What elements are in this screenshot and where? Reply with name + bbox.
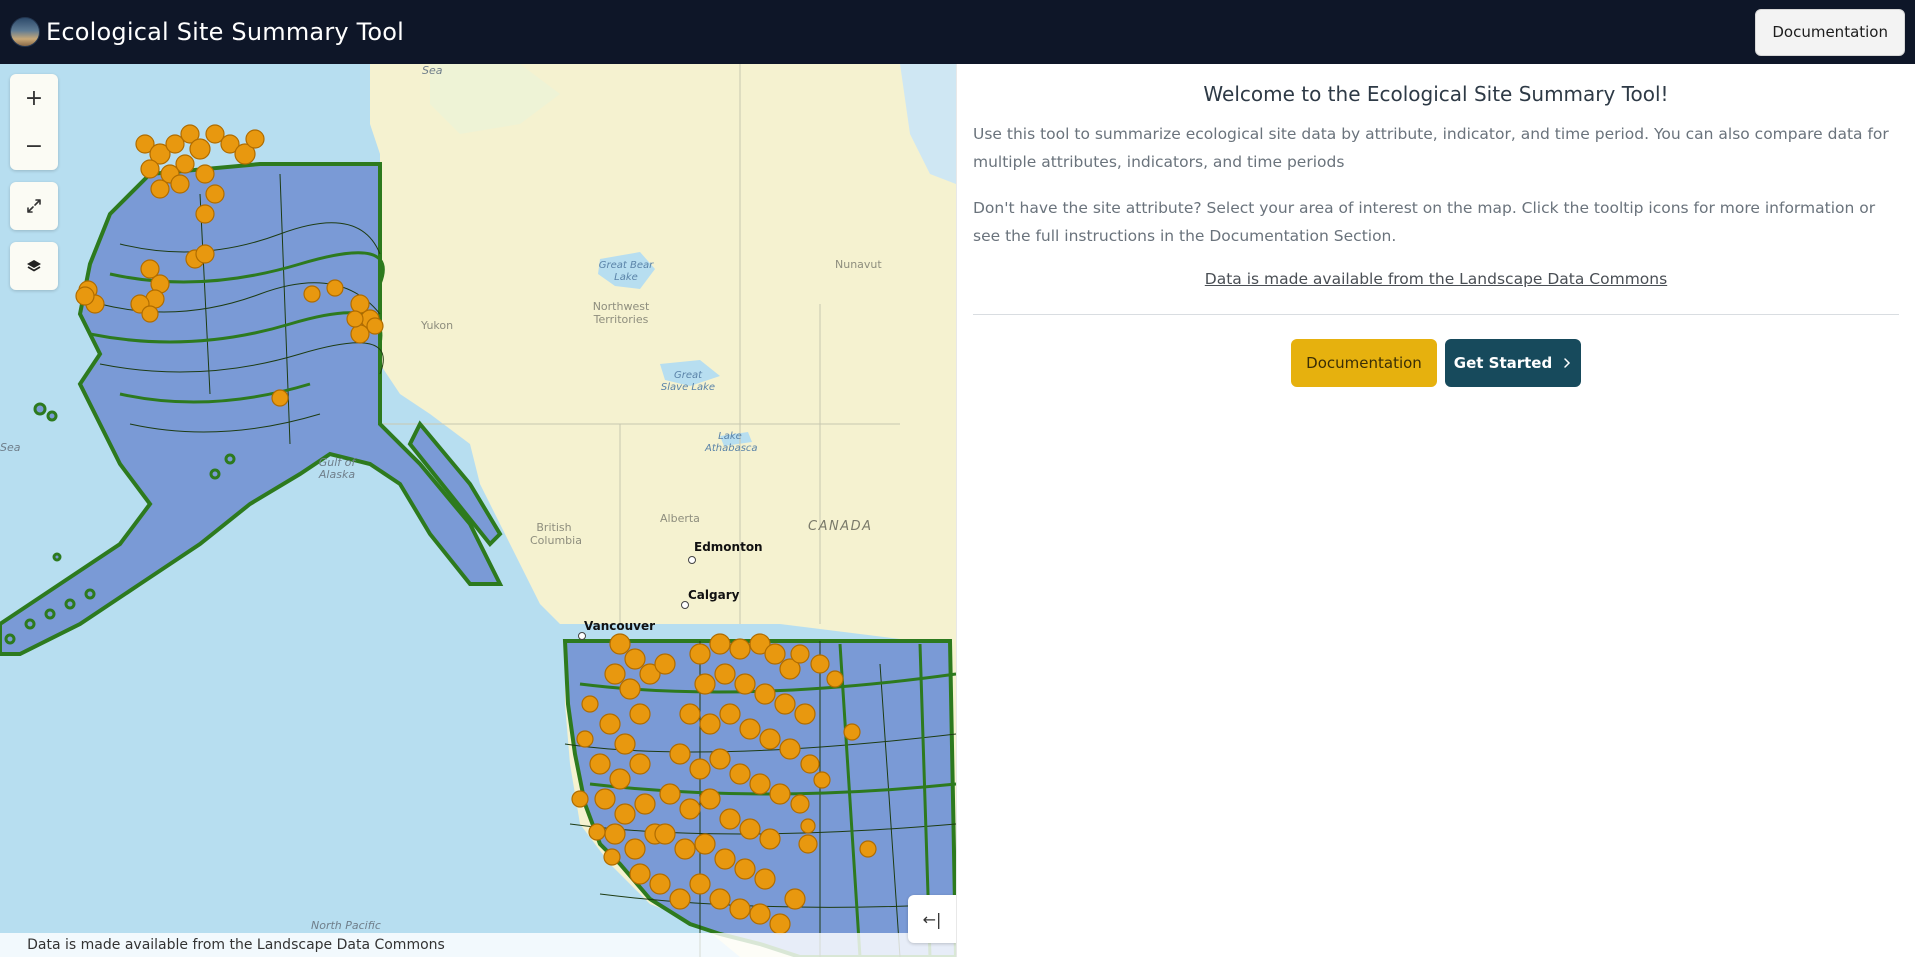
header-documentation-button[interactable]: Documentation: [1755, 8, 1905, 56]
city-label-edmonton: Edmonton: [694, 540, 763, 554]
welcome-panel: Welcome to the Ecological Site Summary T…: [956, 64, 1915, 957]
intro-text: Use this tool to summarize ecological si…: [973, 125, 1889, 171]
expand-icon: [27, 199, 41, 213]
app-title: Ecological Site Summary Tool: [46, 18, 405, 46]
basemap: [0, 64, 956, 957]
landscape-data-commons-link[interactable]: Data is made available from the Landscap…: [973, 270, 1899, 288]
brand[interactable]: Ecological Site Summary Tool: [10, 17, 404, 47]
city-label-vancouver: Vancouver: [584, 619, 656, 633]
map-label-canada: CANADA: [808, 519, 873, 534]
map-label-sea-left: Sea: [0, 441, 21, 454]
welcome-heading: Welcome to the Ecological Site Summary T…: [1203, 82, 1669, 106]
zoom-in-button[interactable]: +: [10, 74, 58, 122]
map-label-sea-top: Sea: [422, 64, 443, 77]
map-view[interactable]: Sea Sea Gulf of Alaska Yukon Northwest T…: [0, 64, 956, 957]
map-label-alberta: Alberta: [660, 512, 700, 525]
layers-control: [10, 242, 58, 290]
map-attribution-text: Data is made available from the Landscap…: [27, 937, 445, 953]
action-buttons: Documentation Get Started: [973, 339, 1899, 387]
layers-icon: [27, 260, 41, 272]
map-attribution: Data is made available from the Landscap…: [0, 933, 956, 957]
map-label-north-pacific: North Pacific: [311, 919, 381, 932]
map-label-nwt: Northwest Territories: [592, 300, 650, 326]
top-navbar: Ecological Site Summary Tool Documentati…: [0, 0, 1915, 64]
chevron-right-icon: [1564, 358, 1571, 368]
map-label-british-columbia: British Columbia: [530, 521, 582, 547]
layers-button[interactable]: [10, 242, 58, 290]
city-marker-edmonton: [688, 556, 696, 564]
get-started-label: Get Started: [1453, 354, 1553, 372]
divider: [973, 314, 1899, 315]
zoom-control: + −: [10, 74, 58, 170]
map-label-great-slave-lake: Great Slave Lake: [660, 370, 716, 393]
get-started-button[interactable]: Get Started: [1445, 339, 1581, 387]
collapse-panel-button[interactable]: ←|: [908, 895, 956, 943]
fullscreen-button[interactable]: [10, 182, 58, 230]
city-marker-calgary: [681, 601, 689, 609]
globe-logo-icon: [10, 17, 40, 47]
collapse-left-icon: ←|: [922, 909, 942, 929]
map-label-lake-athabasca: Lake Athabasca: [705, 431, 758, 454]
map-label-nunavut: Nunavut: [835, 258, 882, 271]
zoom-out-button[interactable]: −: [10, 122, 58, 170]
city-label-calgary: Calgary: [688, 588, 740, 602]
map-controls: + −: [10, 74, 58, 290]
map-label-yukon: Yukon: [421, 319, 454, 332]
map-label-great-bear-lake: Great Bear Lake: [598, 260, 654, 283]
documentation-button[interactable]: Documentation: [1291, 339, 1437, 387]
city-marker-vancouver: [578, 632, 586, 640]
fullscreen-control: [10, 182, 58, 230]
help-text: Don't have the site attribute? Select yo…: [973, 199, 1876, 245]
map-label-gulf: Gulf of Alaska: [318, 456, 356, 481]
